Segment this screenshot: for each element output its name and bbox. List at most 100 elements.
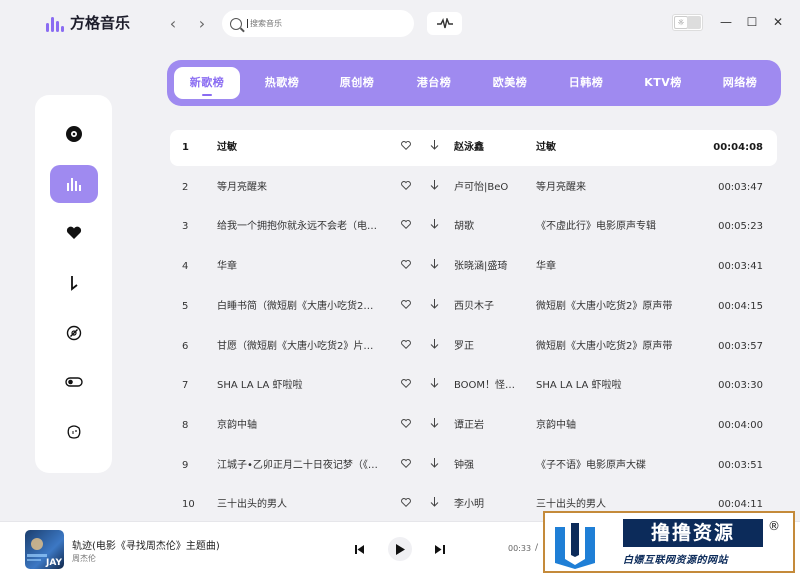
song-artist[interactable]: 卢可怡|BeO: [454, 170, 526, 206]
like-button[interactable]: [399, 408, 413, 444]
song-title[interactable]: 给我一个拥抱你就永远不会老（电…: [217, 209, 382, 245]
song-row[interactable]: 4 华章 张晓涵|盛琦 华章 00:03:41: [170, 249, 777, 285]
song-row[interactable]: 8 京韵中轴 谭正岩 京韵中轴 00:04:00: [170, 408, 777, 444]
song-album[interactable]: 华章: [536, 249, 686, 285]
song-artist[interactable]: 罗正: [454, 329, 526, 365]
song-duration: 00:05:23: [718, 221, 763, 233]
tab-ktv[interactable]: KTV榜: [631, 67, 695, 99]
previous-button[interactable]: [351, 540, 369, 558]
song-index: 10: [182, 499, 195, 511]
like-button[interactable]: [399, 487, 413, 515]
song-row[interactable]: 1 过敏 赵泳鑫 过敏 00:04:08: [170, 130, 777, 166]
sidebar-item-favorites[interactable]: [50, 214, 98, 252]
song-duration: 00:03:51: [718, 459, 763, 471]
song-artist[interactable]: 赵泳鑫: [454, 130, 526, 166]
album-cover[interactable]: JAY: [25, 530, 64, 569]
song-title[interactable]: 京韵中轴: [217, 408, 382, 444]
toggle-icon: [65, 377, 83, 387]
watermark-registered: ®: [768, 519, 780, 533]
sidebar-item-charts[interactable]: [50, 165, 98, 203]
download-button[interactable]: [427, 130, 441, 166]
watermark-title: 撸撸资源: [623, 519, 763, 547]
download-arrow-icon: [430, 219, 438, 230]
maximize-icon[interactable]: ☐: [745, 14, 759, 30]
download-button[interactable]: [427, 289, 441, 325]
song-artist[interactable]: 李小明: [454, 487, 526, 515]
tab-hot-songs[interactable]: 热歌榜: [250, 67, 314, 99]
theme-toggle[interactable]: ☼: [672, 14, 703, 31]
play-button[interactable]: [388, 537, 412, 561]
download-button[interactable]: [427, 249, 441, 285]
tab-western[interactable]: 欧美榜: [478, 67, 542, 99]
like-button[interactable]: [399, 289, 413, 325]
forward-icon[interactable]: ›: [195, 14, 209, 34]
song-artist[interactable]: 钟强: [454, 448, 526, 484]
next-button[interactable]: [431, 540, 449, 558]
download-button[interactable]: [427, 408, 441, 444]
song-title[interactable]: 过敏: [217, 130, 382, 166]
song-album[interactable]: SHA LA LA 虾啦啦: [536, 368, 686, 404]
song-album[interactable]: 等月亮醒来: [536, 170, 686, 206]
song-artist[interactable]: 西贝木子: [454, 289, 526, 325]
song-album[interactable]: 过敏: [536, 130, 686, 166]
like-button[interactable]: [399, 209, 413, 245]
song-title[interactable]: 江城子•乙卯正月二十日夜记梦（《…: [217, 448, 382, 484]
tab-original[interactable]: 原创榜: [325, 67, 389, 99]
like-button[interactable]: [399, 130, 413, 166]
song-row[interactable]: 6 甘愿（微短剧《大唐小吃货2》片… 罗正 微短剧《大唐小吃货2》原声带 00:03:5…: [170, 329, 777, 365]
like-button[interactable]: [399, 170, 413, 206]
sidebar-item-disc[interactable]: [50, 115, 98, 153]
song-index: 9: [182, 459, 189, 471]
back-icon[interactable]: ‹: [166, 14, 180, 34]
download-button[interactable]: [427, 487, 441, 515]
download-arrow-icon: [430, 259, 438, 269]
download-button[interactable]: [427, 170, 441, 206]
play-icon: [396, 543, 405, 555]
sidebar-item-about[interactable]: [50, 413, 98, 451]
song-artist[interactable]: 谭正岩: [454, 408, 526, 444]
tab-new-songs[interactable]: 新歌榜: [174, 67, 240, 99]
song-title[interactable]: 华章: [217, 249, 382, 285]
song-title[interactable]: 白睡书简（微短剧《大唐小吃货2…: [217, 289, 382, 325]
song-duration: 00:03:47: [718, 181, 763, 193]
song-album[interactable]: 京韵中轴: [536, 408, 686, 444]
song-artist[interactable]: 胡歌: [454, 209, 526, 245]
sidebar-item-local-music[interactable]: [50, 314, 98, 352]
like-button[interactable]: [399, 329, 413, 365]
song-title[interactable]: 甘愿（微短剧《大唐小吃货2》片…: [217, 329, 382, 365]
download-button[interactable]: [427, 368, 441, 404]
song-album[interactable]: 《不虚此行》电影原声专辑: [536, 209, 686, 245]
song-artist[interactable]: 张晓涵|盛琦: [454, 249, 526, 285]
minimize-icon[interactable]: —: [719, 14, 733, 30]
song-row[interactable]: 9 江城子•乙卯正月二十日夜记梦（《… 钟强 《子不语》电影原声大碟 00:03:51: [170, 448, 777, 484]
song-title[interactable]: SHA LA LA 虾啦啦: [217, 368, 382, 404]
download-button[interactable]: [427, 448, 441, 484]
song-row[interactable]: 3 给我一个拥抱你就永远不会老（电… 胡歌 《不虚此行》电影原声专辑 00:05:23: [170, 209, 777, 245]
pulse-button[interactable]: [427, 12, 462, 35]
song-title[interactable]: 等月亮醒来: [217, 170, 382, 206]
song-album[interactable]: 《子不语》电影原声大碟: [536, 448, 686, 484]
song-title[interactable]: 三十出头的男人: [217, 487, 382, 515]
song-row[interactable]: 2 等月亮醒来 卢可怡|BeO 等月亮醒来 00:03:47: [170, 170, 777, 206]
download-button[interactable]: [427, 209, 441, 245]
pulse-icon: [436, 17, 453, 28]
tab-jp-kr[interactable]: 日韩榜: [554, 67, 618, 99]
download-button[interactable]: [427, 329, 441, 365]
like-button[interactable]: [399, 448, 413, 484]
tab-hk-tw[interactable]: 港台榜: [402, 67, 466, 99]
song-row[interactable]: 7 SHA LA LA 虾啦啦 BOOM！怪… SHA LA LA 虾啦啦 00:03:…: [170, 368, 777, 404]
sidebar-item-settings[interactable]: [50, 363, 98, 401]
song-album[interactable]: 微短剧《大唐小吃货2》原声带: [536, 289, 686, 325]
song-album[interactable]: 微短剧《大唐小吃货2》原声带: [536, 329, 686, 365]
face-icon: [67, 425, 81, 439]
sidebar-item-downloads[interactable]: [50, 264, 98, 302]
song-row[interactable]: 5 白睡书简（微短剧《大唐小吃货2… 西贝木子 微短剧《大唐小吃货2》原声带 00:04…: [170, 289, 777, 325]
song-artist[interactable]: BOOM！怪…: [454, 368, 526, 404]
tab-internet[interactable]: 网络榜: [708, 67, 772, 99]
like-button[interactable]: [399, 368, 413, 404]
close-icon[interactable]: ✕: [771, 14, 785, 30]
song-index: 4: [182, 261, 189, 273]
search-box[interactable]: [222, 10, 414, 37]
search-input[interactable]: [247, 19, 407, 28]
like-button[interactable]: [399, 249, 413, 285]
